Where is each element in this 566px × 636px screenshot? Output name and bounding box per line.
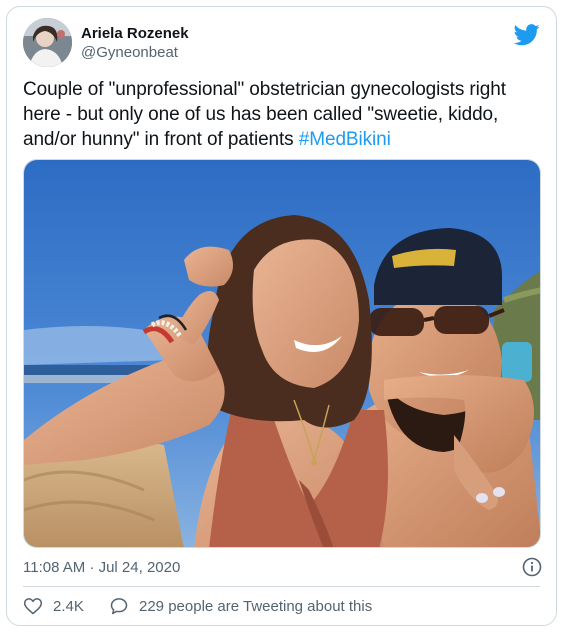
tweeting-text: 229 people are Tweeting about this <box>139 597 373 615</box>
author-name[interactable]: Ariela Rozenek <box>81 24 189 43</box>
author-handle[interactable]: @Gyneonbeat <box>81 43 189 62</box>
hashtag-link[interactable]: #MedBikini <box>299 129 391 150</box>
like-action[interactable]: 2.4K <box>23 594 84 618</box>
like-count: 2.4K <box>53 597 84 615</box>
author-avatar[interactable] <box>23 18 72 67</box>
tweet-card[interactable]: Ariela Rozenek @Gyneonbeat Couple of "un… <box>6 6 557 626</box>
tweet-header: Ariela Rozenek @Gyneonbeat <box>23 18 542 68</box>
tweet-photo[interactable] <box>23 159 541 548</box>
tweet-text: Couple of "unprofessional" obstetrician … <box>23 77 543 152</box>
tweet-actions: 2.4K 229 people are Tweeting about this <box>23 594 540 618</box>
avatar-image <box>23 18 72 67</box>
tweet-timestamp[interactable]: 11:08 AM · Jul 24, 2020 <box>23 558 180 578</box>
photo-image <box>24 160 540 547</box>
twitter-bird-icon[interactable] <box>514 24 540 46</box>
speech-bubble-icon[interactable] <box>109 596 129 616</box>
author-block[interactable]: Ariela Rozenek @Gyneonbeat <box>81 24 189 62</box>
tweeting-action[interactable]: 229 people are Tweeting about this <box>109 594 372 618</box>
stats-divider <box>23 586 540 587</box>
heart-icon[interactable] <box>23 596 43 616</box>
info-icon[interactable] <box>522 557 542 577</box>
tweet-body: Couple of "unprofessional" obstetrician … <box>23 79 506 150</box>
